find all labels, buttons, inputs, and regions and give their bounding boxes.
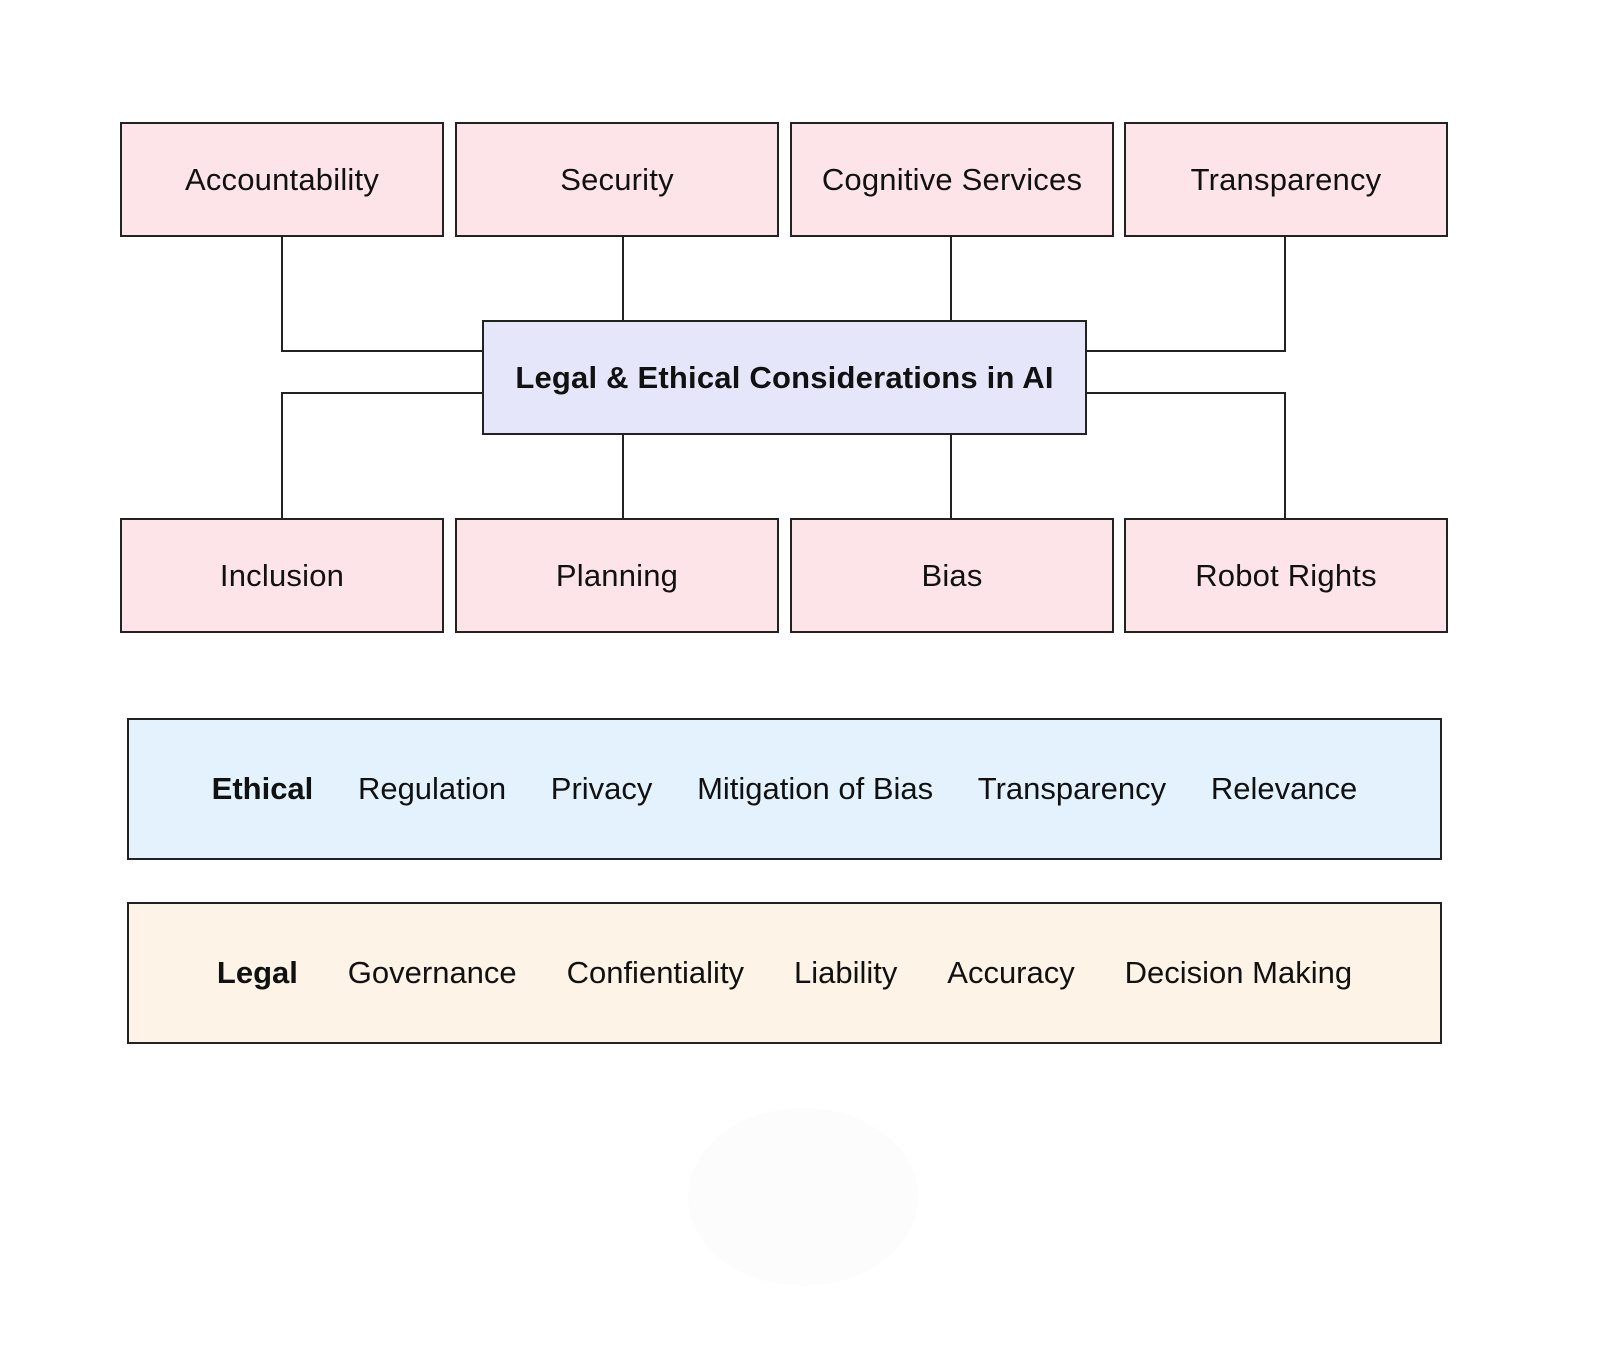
node-inclusion: Inclusion <box>120 518 444 633</box>
node-label: Security <box>560 161 674 197</box>
node-security: Security <box>455 122 779 237</box>
node-robot-rights: Robot Rights <box>1124 518 1448 633</box>
faint-watermark-circle <box>688 1108 918 1286</box>
band-item: Relevance <box>1210 771 1358 806</box>
legal-band: Legal Governance Confientiality Liabilit… <box>127 902 1442 1044</box>
center-label: Legal & Ethical Considerations in AI <box>515 359 1054 395</box>
edge-accountability <box>281 236 482 352</box>
node-transparency: Transparency <box>1124 122 1448 237</box>
band-item: Decision Making <box>1124 955 1353 990</box>
node-label: Bias <box>921 557 983 593</box>
node-label: Transparency <box>1190 161 1382 197</box>
node-accountability: Accountability <box>120 122 444 237</box>
band-item: Liability <box>793 955 898 990</box>
edge-inclusion <box>281 392 482 518</box>
ethical-band: Ethical Regulation Privacy Mitigation of… <box>127 718 1442 860</box>
node-label: Planning <box>555 557 679 593</box>
band-item: Accuracy <box>947 955 1075 990</box>
band-heading: Legal <box>216 955 298 990</box>
edge-transparency <box>1086 236 1286 352</box>
node-center: Legal & Ethical Considerations in AI <box>482 320 1087 435</box>
node-planning: Planning <box>455 518 779 633</box>
band-item: Regulation <box>357 771 507 806</box>
band-item: Mitigation of Bias <box>697 771 934 806</box>
node-cognitive-services: Cognitive Services <box>790 122 1114 237</box>
band-item: Governance <box>347 955 517 990</box>
band-heading: Ethical <box>211 771 314 806</box>
band-item: Confientiality <box>566 955 745 990</box>
band-item: Privacy <box>550 771 653 806</box>
node-bias: Bias <box>790 518 1114 633</box>
node-label: Inclusion <box>219 557 345 593</box>
node-label: Cognitive Services <box>821 161 1083 197</box>
edge-robot-rights <box>1086 392 1286 518</box>
node-label: Robot Rights <box>1195 557 1377 593</box>
node-label: Accountability <box>184 161 380 197</box>
band-item: Transparency <box>977 771 1167 806</box>
